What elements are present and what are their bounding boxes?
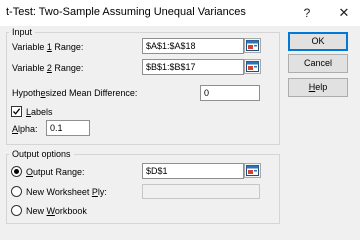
alpha-input[interactable] [46, 120, 90, 136]
labels-checkbox-label[interactable]: Labels [26, 107, 53, 117]
new-workbook-radio[interactable] [11, 205, 22, 216]
variable1-label: Variable 1 Range: [12, 42, 84, 52]
variable2-range-input[interactable] [142, 59, 244, 75]
help-button[interactable]: Help [288, 78, 348, 97]
variable2-range-selector-icon[interactable] [244, 59, 261, 74]
checkmark-icon [13, 108, 21, 115]
input-group-label: Input [9, 27, 36, 37]
output-range-radio[interactable] [11, 166, 22, 177]
new-worksheet-ply-label[interactable]: New Worksheet Ply: [26, 187, 107, 197]
labels-checkbox[interactable] [11, 106, 22, 117]
hypothesized-mean-difference-label: Hypothesized Mean Difference: [12, 88, 138, 98]
cancel-button[interactable]: Cancel [288, 54, 348, 73]
variable1-range-selector-icon[interactable] [244, 38, 261, 53]
help-question-icon[interactable]: ? [297, 4, 317, 22]
close-icon[interactable]: ✕ [334, 4, 354, 22]
output-range-label[interactable]: Output Range: [26, 167, 85, 177]
alpha-label: Alpha: [12, 124, 38, 134]
dialog-title: t-Test: Two-Sample Assuming Unequal Vari… [6, 6, 246, 18]
ok-button[interactable]: OK [288, 32, 348, 51]
output-range-selector-icon[interactable] [244, 163, 261, 178]
new-worksheet-ply-input[interactable] [142, 184, 260, 199]
new-worksheet-ply-radio[interactable] [11, 186, 22, 197]
new-workbook-label[interactable]: New Workbook [26, 206, 87, 216]
variable2-label: Variable 2 Range: [12, 63, 84, 73]
output-options-group-label: Output options [9, 149, 74, 159]
hypothesized-mean-difference-input[interactable] [200, 85, 260, 101]
variable1-range-input[interactable] [142, 38, 244, 54]
output-range-input[interactable] [142, 163, 244, 179]
